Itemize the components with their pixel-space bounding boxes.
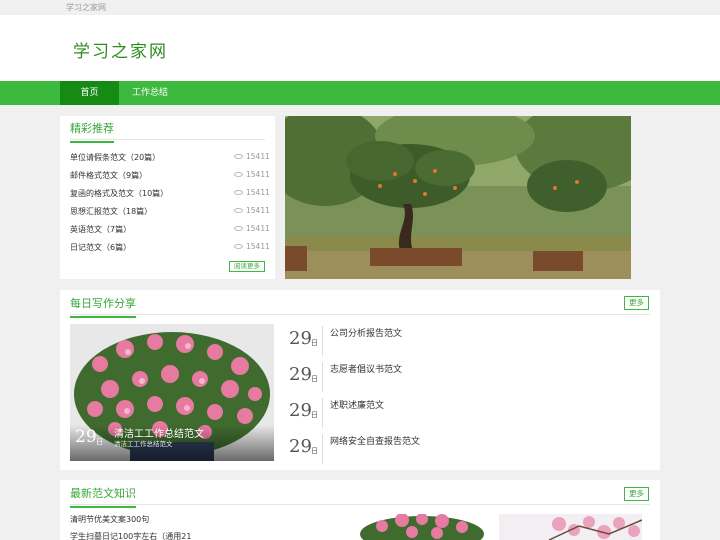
latest-item-link[interactable]: 清明节优美文案300句 bbox=[70, 514, 149, 525]
list-item[interactable]: 邮件格式范文（9篇） 15411 bbox=[70, 170, 270, 184]
blossom-photo bbox=[499, 514, 642, 540]
latest-item-link[interactable]: 学生扫墓日记100字左右（通用21 bbox=[70, 531, 191, 540]
flower-photo bbox=[352, 514, 486, 540]
list-item[interactable]: 思想汇报范文（18篇） 15411 bbox=[70, 206, 270, 220]
list-item[interactable]: 日记范文（6篇） 15411 bbox=[70, 242, 270, 256]
more-button[interactable]: 更多 bbox=[624, 487, 649, 501]
featured-article-card[interactable]: 29 日 清洁工工作总结范文 清洁工工作总结范文 bbox=[70, 324, 274, 461]
view-count: 15411 bbox=[246, 188, 270, 197]
date-day: 29 bbox=[289, 364, 312, 385]
date-suffix: 日 bbox=[311, 447, 318, 455]
recommend-item-link[interactable]: 英语范文（7篇） bbox=[70, 224, 131, 235]
daily-item-link[interactable]: 志愿者倡议书范文 bbox=[330, 362, 402, 375]
daily-item-link[interactable]: 公司分析报告范文 bbox=[330, 326, 402, 339]
divider bbox=[70, 314, 650, 315]
featured-subtitle: 清洁工工作总结范文 bbox=[114, 440, 173, 448]
hero-banner-image[interactable] bbox=[285, 116, 631, 279]
featured-day-suffix: 日 bbox=[96, 438, 103, 446]
list-item[interactable]: 英语范文（7篇） 15411 bbox=[70, 224, 270, 238]
more-button[interactable]: 更多 bbox=[624, 296, 649, 310]
main-nav: 首页 工作总结 bbox=[0, 81, 720, 105]
recommend-item-link[interactable]: 单位请假条范文（20篇） bbox=[70, 152, 160, 163]
recommend-item-link[interactable]: 日记范文（6篇） bbox=[70, 242, 131, 253]
recommend-item-link[interactable]: 思想汇报范文（18篇） bbox=[70, 206, 152, 217]
view-count: 15411 bbox=[246, 224, 270, 233]
daily-item-link[interactable]: 网络安全自查报告范文 bbox=[330, 434, 420, 447]
nav-item-work-summary[interactable]: 工作总结 bbox=[122, 81, 178, 105]
nav-item-home[interactable]: 首页 bbox=[60, 81, 119, 105]
view-count: 15411 bbox=[246, 152, 270, 161]
view-count: 15411 bbox=[246, 206, 270, 215]
list-item[interactable]: 29 日 公司分析报告范文 bbox=[289, 326, 589, 360]
view-count: 15411 bbox=[246, 242, 270, 251]
date-day: 29 bbox=[289, 436, 312, 457]
divider bbox=[322, 434, 323, 464]
recommend-title: 精彩推荐 bbox=[70, 120, 114, 143]
recommend-item-link[interactable]: 邮件格式范文（9篇） bbox=[70, 170, 147, 181]
list-item[interactable]: 29 日 志愿者倡议书范文 bbox=[289, 362, 589, 396]
daily-share-title: 每日写作分享 bbox=[70, 295, 136, 318]
eye-icon bbox=[234, 190, 243, 195]
divider bbox=[322, 362, 323, 392]
date-day: 29 bbox=[289, 400, 312, 421]
topbar-site-name: 学习之家网 bbox=[66, 3, 106, 12]
eye-icon bbox=[234, 226, 243, 231]
featured-day: 29 bbox=[75, 427, 97, 447]
date-suffix: 日 bbox=[311, 411, 318, 419]
bonsai-photo bbox=[285, 116, 631, 279]
list-item[interactable]: 29 日 网络安全自查报告范文 bbox=[289, 434, 589, 468]
eye-icon bbox=[234, 172, 243, 177]
recommend-panel: 精彩推荐 单位请假条范文（20篇） 15411 邮件格式范文（9篇） 15411… bbox=[60, 116, 275, 279]
latest-thumbnail-1[interactable] bbox=[352, 514, 486, 540]
date-suffix: 日 bbox=[311, 339, 318, 347]
date-day: 29 bbox=[289, 328, 312, 349]
eye-icon bbox=[234, 244, 243, 249]
eye-icon bbox=[234, 208, 243, 213]
divider bbox=[322, 398, 323, 428]
list-item[interactable]: 单位请假条范文（20篇） 15411 bbox=[70, 152, 270, 166]
view-count: 15411 bbox=[246, 170, 270, 179]
site-logo[interactable]: 学习之家网 bbox=[73, 37, 168, 62]
list-item[interactable]: 29 日 述职述廉范文 bbox=[289, 398, 589, 432]
latest-title: 最新范文知识 bbox=[70, 485, 136, 508]
daily-item-link[interactable]: 述职述廉范文 bbox=[330, 398, 384, 411]
divider bbox=[322, 326, 323, 356]
date-suffix: 日 bbox=[311, 375, 318, 383]
latest-thumbnail-2[interactable] bbox=[499, 514, 642, 540]
top-bar: 学习之家网 bbox=[0, 0, 720, 15]
divider bbox=[70, 504, 650, 505]
read-more-button[interactable]: 阅读更多 bbox=[229, 261, 265, 272]
site-header: 学习之家网 bbox=[0, 15, 720, 81]
eye-icon bbox=[234, 154, 243, 159]
list-item[interactable]: 复函的格式及范文（10篇） 15411 bbox=[70, 188, 270, 202]
recommend-item-link[interactable]: 复函的格式及范文（10篇） bbox=[70, 188, 168, 199]
